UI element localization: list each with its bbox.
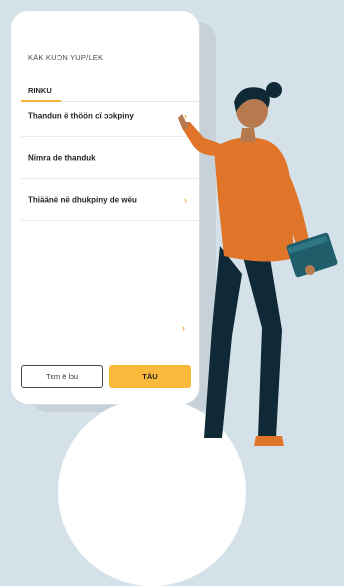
screen-eyebrow-title: KÄK KUƆN YUP/LEK — [28, 53, 104, 62]
menu-row-label: Thiäänë në dhukpiny de wëu — [28, 195, 137, 204]
section-title-tab[interactable]: RINKU — [28, 86, 52, 95]
menu-row-label: Thandun ë thöön cï ɔɔkpiny — [28, 111, 134, 120]
secondary-button[interactable]: Tεm ë lɔu — [21, 365, 103, 388]
person-illustration — [178, 82, 338, 446]
menu-row-label: Nïmra de thanduk — [28, 153, 96, 162]
